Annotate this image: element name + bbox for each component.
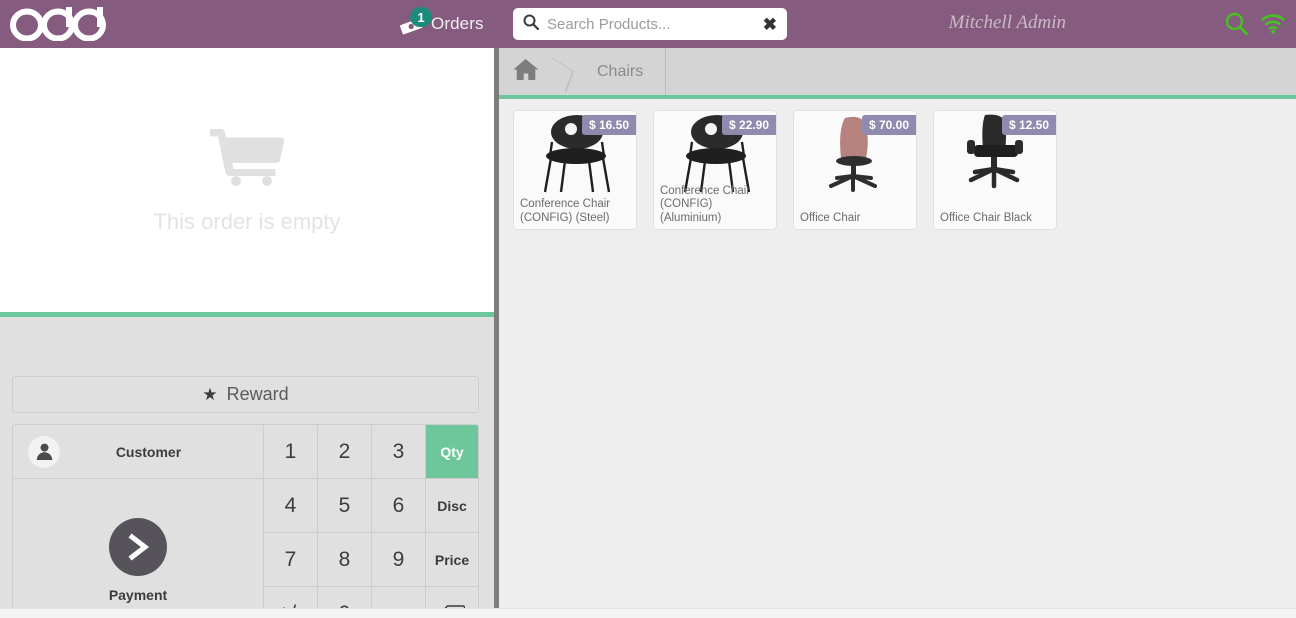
search-input[interactable] [547, 15, 759, 33]
numpad-mode-price[interactable]: Price [426, 533, 478, 587]
orders-button[interactable]: 1 Orders [398, 7, 484, 40]
numpad-mode-disc[interactable]: Disc [426, 479, 478, 533]
numpad-mode-qty[interactable]: Qty [426, 425, 478, 479]
numpad-grid: Customer 1 2 3 Qty Payment 4 5 6 Disc 7 … [12, 424, 479, 618]
numpad-key-8[interactable]: 8 [318, 533, 372, 587]
orders-count-badge: 1 [410, 7, 432, 27]
numpad-key-3[interactable]: 3 [372, 425, 426, 479]
product-name: Conference Chair (CONFIG) (Steel) [520, 198, 611, 224]
orders-label: Orders [431, 14, 484, 33]
payment-button[interactable]: Payment [13, 479, 264, 618]
star-icon: ★ [202, 384, 218, 404]
product-price: $ 70.00 [861, 115, 916, 135]
product-name: Conference Chair (CONFIG) (Aluminium) [660, 184, 751, 224]
user-name-label: Mitchell Admin [948, 12, 1066, 33]
search-icon [523, 14, 540, 35]
product-grid: $ 16.50 Conference Chair (CONFIG) (Steel… [513, 110, 1293, 230]
reward-button[interactable]: ★ Reward [12, 376, 479, 413]
product-name: Office Chair Black [940, 211, 1032, 224]
product-card[interactable]: $ 70.00 Office Chair [793, 110, 917, 230]
breadcrumb-chevron-icon [551, 48, 573, 95]
home-icon [513, 58, 538, 86]
breadcrumb-underline [499, 95, 1296, 99]
breadcrumb: Chairs [499, 48, 1296, 95]
top-bar: 1 Orders ✖ Mitchell Admin [0, 0, 1296, 48]
numpad-key-5[interactable]: 5 [318, 479, 372, 533]
shopping-cart-icon [210, 126, 285, 191]
empty-order-text: This order is empty [153, 208, 341, 234]
product-price: $ 22.90 [721, 115, 776, 135]
numpad-key-1[interactable]: 1 [264, 425, 318, 479]
product-card[interactable]: $ 16.50 Conference Chair (CONFIG) (Steel… [513, 110, 637, 230]
product-name: Office Chair [800, 211, 861, 224]
product-card[interactable]: $ 22.90 Conference Chair (CONFIG) (Alumi… [653, 110, 777, 230]
close-icon[interactable]: ✖ [759, 16, 777, 33]
chevron-right-icon [109, 517, 167, 576]
action-pad: ★ Reward Customer 1 2 3 Qty Payment 4 5 … [0, 317, 494, 618]
search-box[interactable]: ✖ [513, 8, 787, 40]
numpad-key-4[interactable]: 4 [264, 479, 318, 533]
numpad-key-2[interactable]: 2 [318, 425, 372, 479]
empty-order-placeholder: This order is empty [0, 48, 494, 312]
product-pane: Chairs $ 16.50 Conference Chair (CONFIG)… [499, 48, 1296, 618]
person-icon [28, 435, 60, 468]
order-pane: This order is empty ★ Reward Customer 1 … [0, 48, 494, 618]
orders-icon-wrap: 1 [398, 7, 432, 39]
product-price: $ 16.50 [581, 115, 636, 135]
odoo-logo[interactable] [8, 4, 128, 44]
header-search-icon[interactable] [1225, 12, 1248, 40]
customer-label: Customer [115, 443, 182, 460]
numpad-key-9[interactable]: 9 [372, 533, 426, 587]
reward-label: Reward [226, 384, 289, 404]
pos-screen: 1 Orders ✖ Mitchell Admin [0, 0, 1296, 618]
product-card[interactable]: $ 12.50 Office Chair Black [933, 110, 1057, 230]
wifi-icon[interactable] [1260, 12, 1286, 39]
customer-button[interactable]: Customer [13, 425, 264, 479]
payment-label: Payment [108, 586, 168, 603]
numpad-key-6[interactable]: 6 [372, 479, 426, 533]
numpad-key-7[interactable]: 7 [264, 533, 318, 587]
breadcrumb-home-button[interactable] [499, 48, 551, 95]
product-price: $ 12.50 [1001, 115, 1056, 135]
bottom-strip [0, 608, 1296, 618]
breadcrumb-item-chairs[interactable]: Chairs [573, 48, 667, 95]
